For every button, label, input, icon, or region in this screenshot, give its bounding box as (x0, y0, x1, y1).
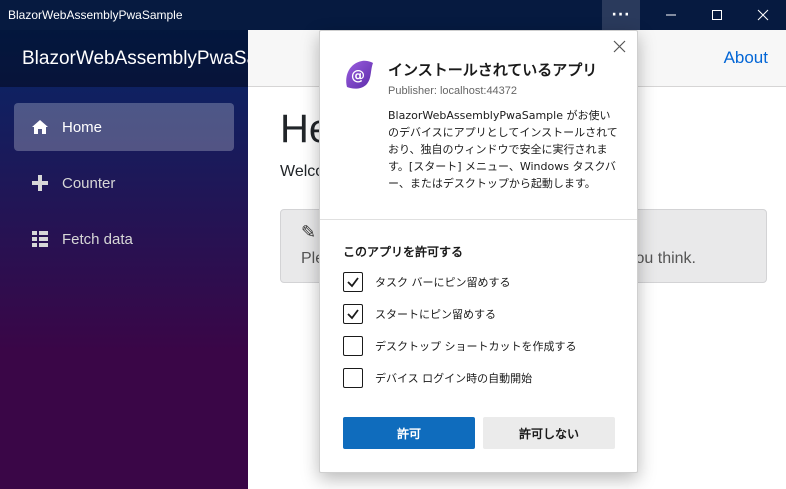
blazor-app-icon: @ (342, 57, 376, 91)
close-window-button[interactable] (740, 0, 786, 30)
sidebar-item-label: Home (62, 118, 103, 136)
about-link[interactable]: About (724, 48, 768, 68)
sidebar-item-home[interactable]: Home (14, 103, 234, 151)
survey-text-right: ou think. (635, 250, 696, 267)
option-label: デバイス ログイン時の自動開始 (375, 372, 533, 385)
option-label: デスクトップ ショートカットを作成する (375, 340, 577, 353)
minimize-button[interactable] (648, 0, 694, 30)
sidebar-item-counter[interactable]: Counter (14, 159, 234, 207)
checkmark-icon (347, 277, 359, 288)
welcome-text: Welco (280, 163, 325, 180)
auto-start-checkbox[interactable] (343, 368, 363, 388)
window-title: BlazorWebAssemblyPwaSample (8, 8, 183, 22)
checkmark-icon (347, 309, 359, 320)
sidebar-item-label: Counter (62, 174, 116, 192)
installed-app-dialog: @ インストールされているアプリ Publisher: localhost:44… (319, 30, 638, 473)
dialog-close-button[interactable] (610, 37, 628, 55)
sidebar-item-fetch-data[interactable]: Fetch data (14, 215, 234, 263)
more-options-button[interactable]: ··· (602, 0, 640, 30)
dialog-description: BlazorWebAssemblyPwaSample がお使いのデバイスにアプリ… (388, 109, 618, 190)
close-icon (757, 9, 769, 21)
option-pin-taskbar[interactable]: タスク バーにピン留めする (343, 271, 511, 293)
publisher-text: Publisher: localhost:44372 (388, 85, 518, 97)
pencil-icon: ✎ (301, 222, 317, 243)
deny-button[interactable]: 許可しない (483, 417, 615, 449)
dialog-title: インストールされているアプリ (388, 61, 598, 79)
sidebar: BlazorWebAssemblyPwaSample Home Counter … (0, 30, 248, 489)
option-auto-start[interactable]: デバイス ログイン時の自動開始 (343, 367, 532, 389)
pin-start-checkbox[interactable] (343, 304, 363, 324)
plus-icon (30, 173, 50, 193)
title-bar: BlazorWebAssemblyPwaSample ··· (0, 0, 786, 30)
home-icon (30, 117, 50, 137)
maximize-icon (712, 10, 722, 20)
list-icon (30, 229, 50, 249)
pin-taskbar-checkbox[interactable] (343, 272, 363, 292)
sidebar-item-label: Fetch data (62, 230, 133, 248)
close-icon (613, 40, 625, 52)
allow-button[interactable]: 許可 (343, 417, 475, 449)
svg-text:@: @ (351, 68, 365, 84)
desktop-shortcut-checkbox[interactable] (343, 336, 363, 356)
option-desktop-shortcut[interactable]: デスクトップ ショートカットを作成する (343, 335, 577, 357)
divider (320, 219, 637, 220)
permissions-heading: このアプリを許可する (343, 245, 464, 259)
option-label: タスク バーにピン留めする (375, 276, 511, 289)
nav-menu: Home Counter Fetch data (0, 87, 248, 263)
app-brand[interactable]: BlazorWebAssemblyPwaSample (0, 30, 248, 87)
option-label: スタートにピン留めする (375, 308, 496, 321)
maximize-button[interactable] (694, 0, 740, 30)
option-pin-start[interactable]: スタートにピン留めする (343, 303, 496, 325)
minimize-icon (666, 14, 676, 16)
